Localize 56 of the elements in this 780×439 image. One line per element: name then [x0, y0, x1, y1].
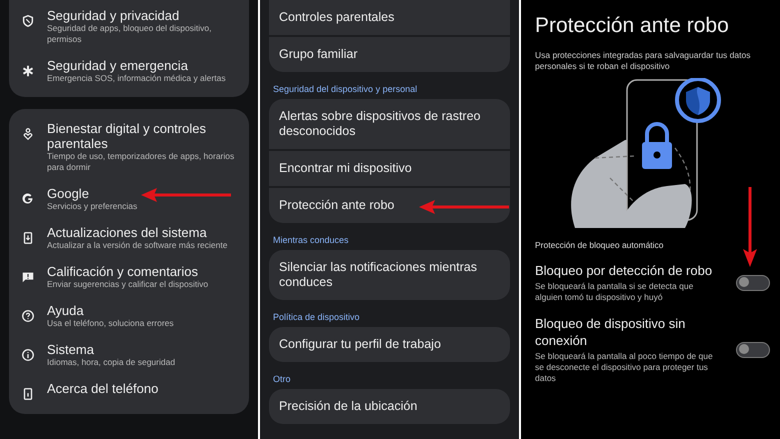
- menu-item[interactable]: Silenciar las notificaciones mientras conduces: [269, 250, 510, 300]
- heart-person-icon: [21, 127, 35, 141]
- item-title: Calificación y comentarios: [47, 264, 200, 279]
- page-description: Usa protecciones integradas para salvaguardar tus datos personales si te roban el dispositivo: [535, 50, 752, 72]
- item-title: Acerca del teléfono: [47, 381, 158, 396]
- setting-description: Se bloqueará la pantalla al poco tiempo de que se desconecte el dispositivo para proteger tus datos: [535, 351, 714, 384]
- item-subtitle: Seguridad de apps, bloqueo del dispositivo, permisos: [47, 23, 212, 45]
- phone-icon: [21, 387, 35, 401]
- item-title: Google: [47, 186, 90, 201]
- item-title: Sistema: [47, 342, 95, 357]
- settings-item[interactable]: Seguridad y emergencia Emergencia SOS, información médica y alertas: [9, 52, 249, 91]
- item-subtitle: Tiempo de uso, temporizadores de apps, horarios para dormir: [47, 151, 236, 173]
- section-header: Mientras conduces: [273, 235, 350, 245]
- menu-item[interactable]: Controles parentales: [269, 0, 510, 35]
- toggle-switch[interactable]: [736, 274, 770, 290]
- menu-item[interactable]: Encontrar mi dispositivo: [269, 151, 510, 186]
- menu-item[interactable]: Precisión de la ubicación: [269, 389, 510, 424]
- setting-description: Se bloqueará la pantalla si se detecta que alguien tomó tu dispositivo y huyó: [535, 281, 694, 303]
- item-subtitle: Idiomas, hora, copia de seguridad: [47, 357, 176, 368]
- item-subtitle: Emergencia SOS, información médica y alertas: [47, 73, 226, 84]
- help-icon: [21, 309, 35, 323]
- item-subtitle: Servicios y preferencias: [47, 201, 138, 212]
- section-header: Política de dispositivo: [273, 312, 361, 322]
- settings-item[interactable]: Ayuda Usa el teléfono, soluciona errores: [9, 297, 249, 336]
- settings-item[interactable]: Bienestar digital y controles parentales Tiempo de uso, temporizadores de apps, horarios para dormir: [9, 115, 249, 180]
- menu-item[interactable]: Configurar tu perfil de trabajo: [269, 327, 510, 362]
- item-subtitle: Actualizar a la versión de software más reciente: [47, 240, 228, 251]
- section-header: Otro: [273, 374, 292, 384]
- phone-download-icon: [21, 231, 35, 245]
- shield-icon: [21, 14, 35, 28]
- item-title: Ayuda: [47, 303, 85, 318]
- toggle-switch[interactable]: [736, 342, 770, 358]
- section-label: Protección de bloqueo automático: [535, 240, 665, 250]
- feedback-icon: [21, 270, 35, 284]
- asterisk-icon: [21, 64, 35, 78]
- section-header: Seguridad del dispositivo y personal: [273, 84, 418, 94]
- item-subtitle: Usa el teléfono, soluciona errores: [47, 318, 174, 329]
- settings-item[interactable]: Sistema Idiomas, hora, copia de seguridad: [9, 336, 249, 375]
- menu-item[interactable]: Grupo familiar: [269, 37, 510, 72]
- menu-item[interactable]: Alertas sobre dispositivos de rastreo desconocidos: [269, 99, 510, 149]
- item-title: Seguridad y privacidad: [47, 8, 180, 23]
- google-icon: [21, 192, 35, 206]
- item-title: Actualizaciones del sistema: [47, 225, 208, 240]
- item-subtitle: Enviar sugerencias y calificar el dispositivo: [47, 279, 208, 290]
- settings-item[interactable]: Actualizaciones del sistema Actualizar a la versión de software más reciente: [9, 219, 249, 258]
- settings-item[interactable]: Google Servicios y preferencias: [9, 180, 249, 219]
- settings-item[interactable]: Acerca del teléfono: [9, 375, 249, 408]
- setting-title: Bloqueo por detección de robo: [535, 262, 714, 279]
- menu-item[interactable]: Protección ante robo: [269, 188, 510, 223]
- settings-item[interactable]: Calificación y comentarios Enviar sugerencias y calificar el dispositivo: [9, 258, 249, 297]
- setting-title: Bloqueo de dispositivo sin conexión: [535, 315, 686, 349]
- info-icon: [21, 348, 35, 362]
- settings-item[interactable]: Seguridad y privacidad Seguridad de apps, bloqueo del dispositivo, permisos: [9, 2, 249, 52]
- item-title: Bienestar digital y controles parentales: [47, 121, 207, 151]
- page-title: Protección ante robo: [535, 14, 730, 38]
- item-title: Seguridad y emergencia: [47, 58, 189, 73]
